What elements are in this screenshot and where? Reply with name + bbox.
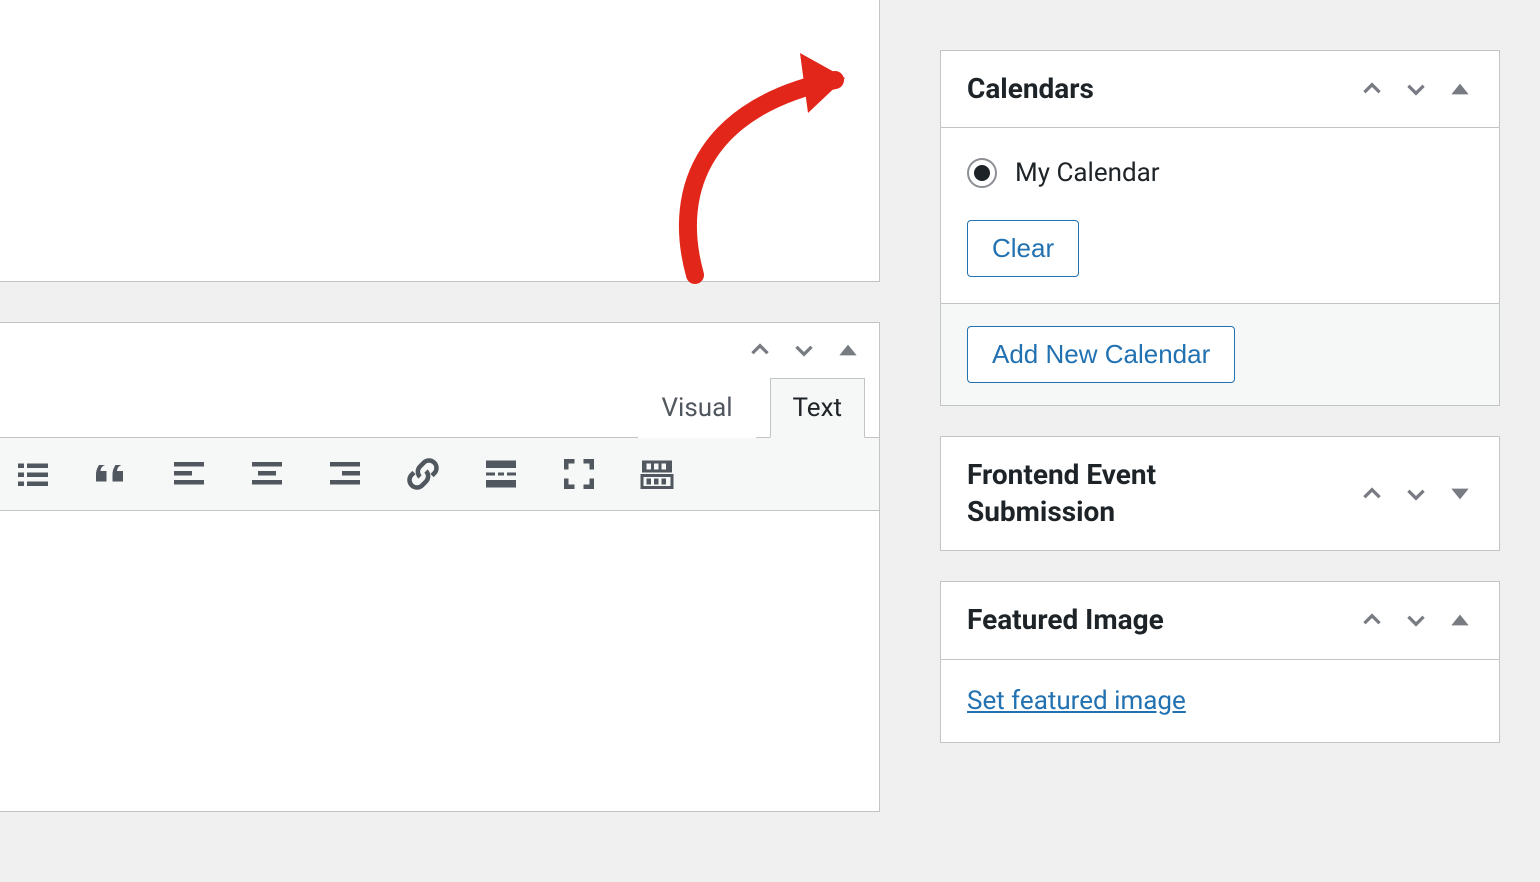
meta-box-panel: Visual Text xyxy=(0,322,880,812)
panel-move-up-icon[interactable] xyxy=(1359,607,1385,633)
text-editor-body[interactable] xyxy=(0,511,879,811)
link-icon[interactable] xyxy=(405,456,441,492)
toolbar-toggle-icon[interactable] xyxy=(639,456,675,492)
main-editor-column: Visual Text xyxy=(0,0,900,882)
blockquote-icon[interactable] xyxy=(93,456,129,492)
panel-collapse-icon[interactable] xyxy=(1447,76,1473,102)
panel-move-down-icon[interactable] xyxy=(1403,481,1429,507)
tab-visual[interactable]: Visual xyxy=(638,378,755,438)
frontend-panel-title: Frontend Event Submission xyxy=(967,457,1287,530)
panel-expand-icon[interactable] xyxy=(1447,481,1473,507)
calendar-radio-label: My Calendar xyxy=(1015,158,1160,188)
calendar-radio-my-calendar[interactable] xyxy=(967,158,997,188)
align-left-icon[interactable] xyxy=(171,456,207,492)
align-right-icon[interactable] xyxy=(327,456,363,492)
set-featured-image-link[interactable]: Set featured image xyxy=(967,686,1186,716)
calendars-panel: Calendars My Calendar xyxy=(940,50,1500,406)
tab-text[interactable]: Text xyxy=(770,378,865,438)
panel-move-down-icon[interactable] xyxy=(791,337,817,363)
panel-move-up-icon[interactable] xyxy=(747,337,773,363)
align-center-icon[interactable] xyxy=(249,456,285,492)
list-icon[interactable] xyxy=(15,456,51,492)
panel-move-up-icon[interactable] xyxy=(1359,76,1385,102)
add-new-calendar-button[interactable]: Add New Calendar xyxy=(967,326,1235,383)
panel-move-down-icon[interactable] xyxy=(1403,607,1429,633)
calendars-panel-title: Calendars xyxy=(967,71,1094,107)
clear-button[interactable]: Clear xyxy=(967,220,1079,277)
panel-move-up-icon[interactable] xyxy=(1359,481,1385,507)
frontend-event-submission-panel: Frontend Event Submission xyxy=(940,436,1500,551)
settings-sidebar: Calendars My Calendar xyxy=(900,0,1540,882)
panel-move-down-icon[interactable] xyxy=(1403,76,1429,102)
featured-image-panel-title: Featured Image xyxy=(967,602,1164,638)
editor-toolbar xyxy=(0,437,879,511)
panel-toggle-icon[interactable] xyxy=(835,337,861,363)
panel-collapse-icon[interactable] xyxy=(1447,607,1473,633)
meta-box-header xyxy=(0,323,879,377)
fullscreen-icon[interactable] xyxy=(561,456,597,492)
featured-image-panel: Featured Image Set featured image xyxy=(940,581,1500,742)
editor-mode-tabs: Visual Text xyxy=(0,378,879,438)
content-editor-top-box xyxy=(0,0,880,282)
read-more-icon[interactable] xyxy=(483,456,519,492)
